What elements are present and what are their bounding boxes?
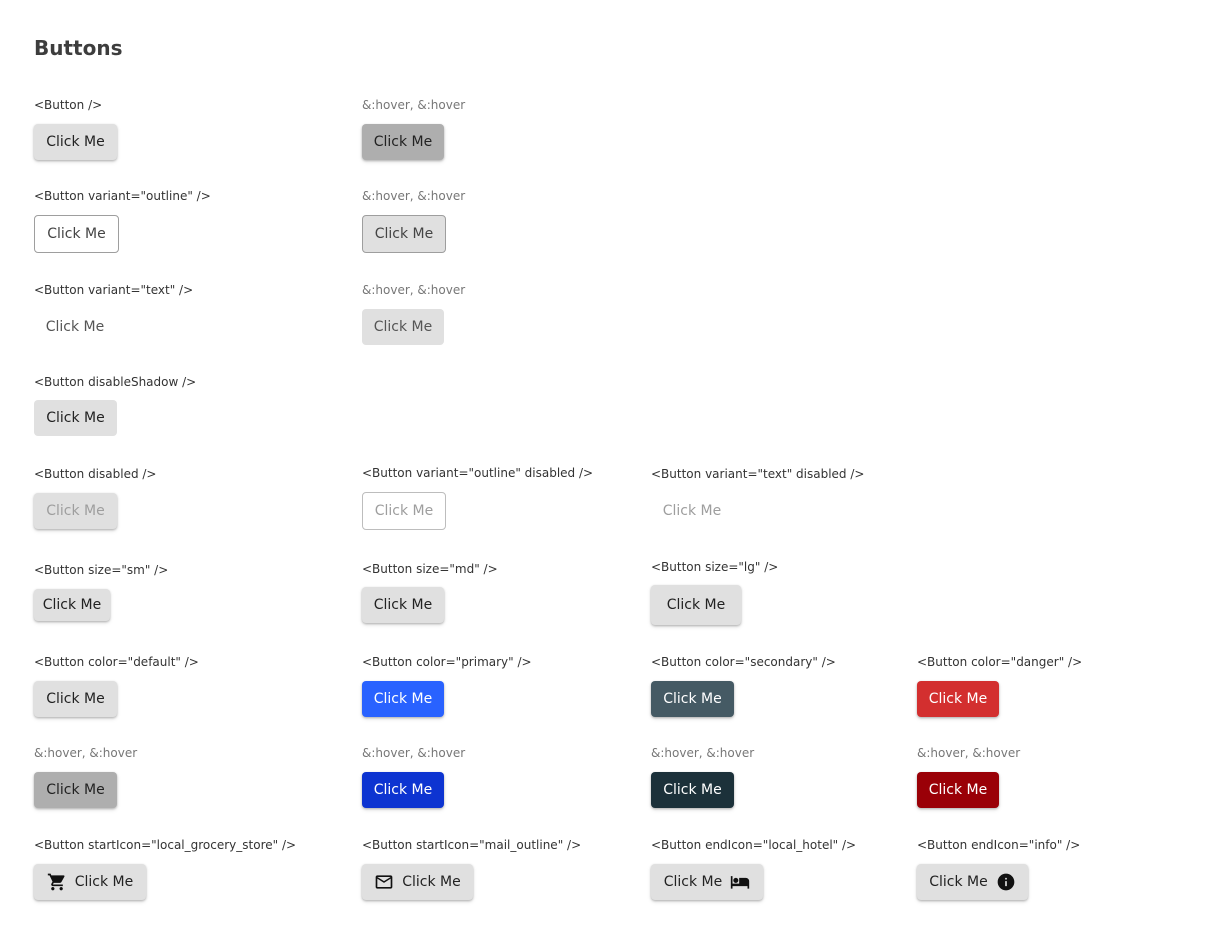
button-label: Click Me (663, 782, 722, 798)
caption-hover-secondary: &:hover, &:hover (651, 746, 755, 760)
default-color-button[interactable]: Click Me (34, 681, 117, 717)
info-button[interactable]: Click Me (917, 864, 1028, 900)
button-label: Click Me (373, 319, 433, 335)
cart-icon (47, 872, 67, 892)
caption-end-icon-hotel: <Button endIcon="local_hotel" /> (651, 838, 857, 852)
caption-hover-primary: &:hover, &:hover (362, 746, 466, 760)
caption-hover-default-color: &:hover, &:hover (34, 746, 138, 760)
default-button-hover[interactable]: Click Me (362, 124, 444, 160)
danger-button-hover[interactable]: Click Me (917, 772, 999, 808)
button-label: Click Me (663, 874, 723, 890)
info-icon (996, 872, 1016, 892)
button-label: Click Me (46, 782, 105, 798)
outline-button-hover[interactable]: Click Me (362, 215, 446, 253)
caption-start-icon-mail: <Button startIcon="mail_outline" /> (362, 838, 582, 852)
caption-disable-shadow: <Button disableShadow /> (34, 375, 197, 389)
caption-hover-outline: &:hover, &:hover (362, 189, 466, 203)
small-button[interactable]: Click Me (34, 589, 110, 621)
caption-hover-danger: &:hover, &:hover (917, 746, 1021, 760)
button-label: Click Me (928, 782, 988, 798)
caption-outline: <Button variant="outline" /> (34, 189, 211, 203)
mail-icon (374, 872, 394, 892)
caption-hover-default: &:hover, &:hover (362, 98, 466, 112)
outline-disabled-button: Click Me (362, 492, 446, 530)
button-label: Click Me (45, 319, 105, 335)
hotel-button[interactable]: Click Me (651, 864, 763, 900)
hotel-bed-icon (730, 872, 750, 892)
secondary-button-hover[interactable]: Click Me (651, 772, 734, 808)
button-label: Click Me (47, 226, 106, 242)
default-button[interactable]: Click Me (34, 124, 117, 160)
button-label: Click Me (42, 597, 102, 613)
caption-start-icon-grocery: <Button startIcon="local_grocery_store" … (34, 838, 297, 852)
button-label: Click Me (46, 503, 105, 519)
text-disabled-button: Click Me (651, 493, 733, 529)
outline-button[interactable]: Click Me (34, 215, 119, 253)
caption-size-lg: <Button size="lg" /> (651, 560, 779, 574)
danger-button[interactable]: Click Me (917, 681, 999, 717)
caption-text: <Button variant="text" /> (34, 283, 194, 297)
text-button[interactable]: Click Me (34, 309, 116, 345)
button-label: Click Me (46, 691, 105, 707)
primary-button-hover[interactable]: Click Me (362, 772, 444, 808)
button-label: Click Me (373, 134, 433, 150)
medium-button[interactable]: Click Me (362, 587, 444, 623)
button-label: Click Me (373, 691, 433, 707)
button-label: Click Me (46, 410, 105, 426)
button-label: Click Me (74, 874, 134, 890)
button-label: Click Me (374, 226, 434, 242)
secondary-button[interactable]: Click Me (651, 681, 734, 717)
button-label: Click Me (928, 691, 988, 707)
button-label: Click Me (373, 782, 433, 798)
caption-text-disabled: <Button variant="text" disabled /> (651, 467, 865, 481)
button-label: Click Me (374, 503, 434, 519)
caption-color-secondary: <Button color="secondary" /> (651, 655, 836, 669)
caption-hover-text: &:hover, &:hover (362, 283, 466, 297)
disabled-button: Click Me (34, 493, 117, 529)
caption-color-primary: <Button color="primary" /> (362, 655, 532, 669)
button-label: Click Me (666, 597, 726, 613)
button-label: Click Me (929, 874, 988, 890)
button-label: Click Me (373, 597, 433, 613)
button-label: Click Me (663, 691, 722, 707)
button-label: Click Me (662, 503, 722, 519)
large-button[interactable]: Click Me (651, 585, 741, 625)
primary-button[interactable]: Click Me (362, 681, 444, 717)
mail-button[interactable]: Click Me (362, 864, 473, 900)
caption-disabled: <Button disabled /> (34, 467, 157, 481)
caption-color-danger: <Button color="danger" /> (917, 655, 1083, 669)
caption-color-default: <Button color="default" /> (34, 655, 199, 669)
button-label: Click Me (46, 134, 105, 150)
caption-outline-disabled: <Button variant="outline" disabled /> (362, 466, 594, 480)
button-label: Click Me (402, 874, 461, 890)
caption-size-sm: <Button size="sm" /> (34, 563, 169, 577)
caption-end-icon-info: <Button endIcon="info" /> (917, 838, 1081, 852)
default-color-button-hover[interactable]: Click Me (34, 772, 117, 808)
text-button-hover[interactable]: Click Me (362, 309, 444, 345)
grocery-button[interactable]: Click Me (34, 864, 146, 900)
page-title: Buttons (34, 36, 123, 60)
caption-default: <Button /> (34, 98, 103, 112)
no-shadow-button[interactable]: Click Me (34, 400, 117, 436)
caption-size-md: <Button size="md" /> (362, 562, 498, 576)
